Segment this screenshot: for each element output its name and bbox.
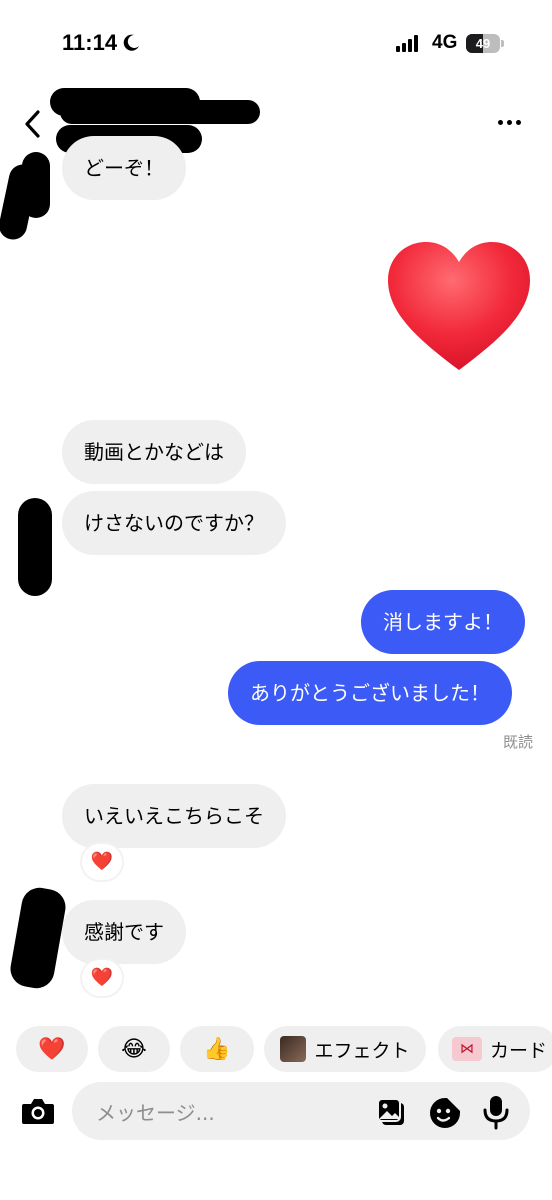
effect-thumbnail bbox=[280, 1036, 307, 1062]
message-bubble-incoming: どーぞ！ bbox=[62, 136, 186, 200]
message-text: ありがとうございました！ bbox=[250, 681, 490, 705]
more-horizontal-icon[interactable] bbox=[498, 120, 521, 125]
message-bubble-incoming: 動画とかなどは bbox=[62, 420, 246, 484]
message-text: 動画とかなどは bbox=[84, 440, 224, 464]
clock: 11:14 bbox=[62, 30, 118, 55]
heart-reaction[interactable]: ❤️ bbox=[80, 958, 124, 998]
status-bar: 11:14 4G 49 bbox=[0, 0, 552, 90]
battery-tip bbox=[501, 40, 504, 47]
moon-icon bbox=[123, 34, 139, 51]
quick-reply-heart[interactable]: ❤️ bbox=[16, 1026, 88, 1072]
microphone-icon[interactable] bbox=[482, 1094, 510, 1130]
quick-reply-laugh[interactable]: 😂 bbox=[98, 1026, 170, 1072]
message-bubble-incoming: 感謝です bbox=[62, 900, 186, 964]
chevron-left-icon[interactable] bbox=[18, 106, 48, 142]
bow-icon: ⋈ bbox=[452, 1037, 482, 1061]
gallery-icon[interactable] bbox=[376, 1097, 408, 1127]
battery-icon: 49 bbox=[466, 34, 500, 53]
laughing-emoji: 😂 bbox=[121, 1036, 147, 1062]
camera-icon[interactable] bbox=[20, 1096, 56, 1126]
message-text: どーぞ！ bbox=[84, 156, 164, 180]
message-bubble-outgoing: ありがとうございました！ bbox=[228, 661, 512, 725]
avatar-redaction bbox=[22, 152, 50, 218]
heart-emoji: ❤️ bbox=[38, 1036, 66, 1062]
cellular-signal-icon bbox=[396, 34, 418, 52]
quick-reply-card[interactable]: ⋈ カード bbox=[438, 1026, 552, 1072]
effect-label: エフェクト bbox=[314, 1039, 410, 1062]
sticker-icon[interactable] bbox=[428, 1096, 462, 1130]
battery-level: 49 bbox=[475, 36, 491, 51]
message-input[interactable]: メッセージ... bbox=[96, 1097, 215, 1126]
quick-reply-thumbs-up[interactable]: 👍 bbox=[180, 1026, 254, 1072]
heart-reaction[interactable]: ❤️ bbox=[80, 842, 124, 882]
card-label: カード bbox=[490, 1039, 548, 1062]
message-bubble-incoming: いえいえこちらこそ bbox=[62, 784, 286, 848]
quick-reply-effect[interactable]: エフェクト bbox=[264, 1026, 426, 1072]
network-type: 4G bbox=[432, 32, 458, 53]
avatar-redaction bbox=[18, 498, 52, 596]
message-text: 消しますよ！ bbox=[383, 610, 503, 634]
message-bubble-outgoing: 消しますよ！ bbox=[361, 590, 525, 654]
message-text: いえいえこちらこそ bbox=[84, 804, 264, 828]
message-bubble-incoming: けさないのですか？ bbox=[62, 491, 286, 555]
thumbs-up-emoji: 👍 bbox=[203, 1036, 231, 1062]
heart-reaction-emoji: ❤️ bbox=[90, 851, 114, 872]
avatar-redaction bbox=[7, 884, 69, 992]
contact-name-redaction bbox=[60, 100, 260, 124]
message-text: 感謝です bbox=[84, 920, 164, 944]
read-receipt: 既読 bbox=[503, 733, 534, 751]
heart-icon bbox=[388, 242, 530, 370]
message-text: けさないのですか？ bbox=[84, 511, 264, 535]
heart-reaction-emoji: ❤️ bbox=[90, 967, 114, 988]
